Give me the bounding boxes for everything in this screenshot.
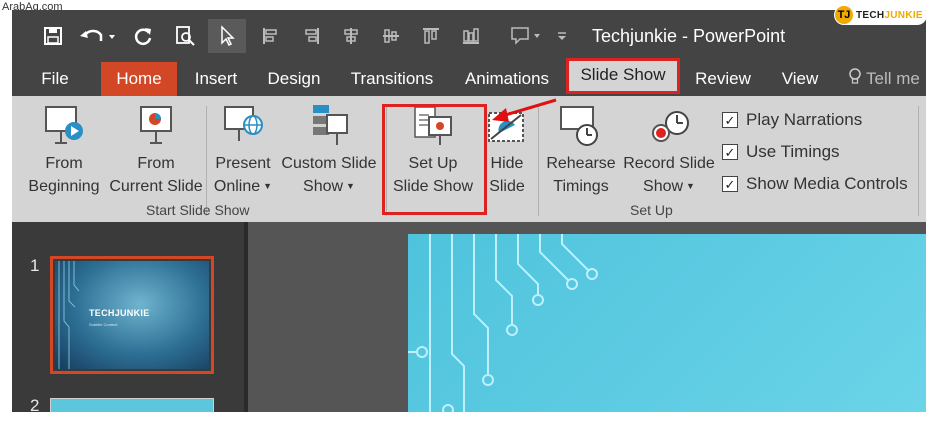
align-top-icon[interactable] — [416, 19, 446, 53]
tab-tell-me[interactable]: Tell me — [848, 62, 926, 96]
more-icon[interactable] — [552, 19, 572, 53]
thumbnail-subtitle: Subtitle Content — [89, 322, 118, 327]
save-icon[interactable] — [38, 19, 68, 53]
techjunkie-logo-icon: TJ — [835, 6, 853, 24]
slide-editor-area — [248, 222, 926, 412]
play-narrations-label: Play Narrations — [746, 110, 863, 129]
record-slide-show-icon — [647, 102, 691, 152]
print-preview-icon[interactable] — [170, 19, 200, 53]
ribbon-slide-show: From Beginning From Current Slide Presen… — [12, 96, 926, 222]
record-slide-show-button[interactable]: Record Slide Show ▼ — [620, 102, 718, 198]
brand-suffix: JUNKIE — [884, 9, 923, 21]
slide-thumbnail-1[interactable]: TECHJUNKIE Subtitle Content — [50, 256, 214, 374]
annotation-arrow-icon — [492, 98, 557, 122]
slide-number: 1 — [30, 256, 40, 275]
play-narrations-checkbox[interactable]: ✓ Play Narrations — [722, 110, 862, 130]
checkmark-icon: ✓ — [722, 176, 738, 192]
chevron-down-icon: ▼ — [346, 181, 355, 192]
tab-slide-show[interactable]: Slide Show — [566, 58, 680, 94]
hide-slide-label-1: Hide — [490, 155, 524, 172]
rehearse-timings-label-1: Rehearse — [546, 155, 616, 172]
tab-insert[interactable]: Insert — [183, 62, 249, 96]
from-beginning-button[interactable]: From Beginning — [18, 102, 110, 198]
ribbon-separator — [206, 106, 207, 216]
custom-slide-show-icon — [307, 102, 351, 152]
align-center-icon[interactable] — [336, 19, 366, 53]
record-slide-show-label-2: Show — [643, 178, 684, 195]
group-label-start-slide-show: Start Slide Show — [146, 202, 250, 218]
from-current-slide-label-1: From — [137, 155, 175, 172]
align-middle-icon[interactable] — [376, 19, 406, 53]
chevron-down-icon: ▼ — [686, 181, 695, 192]
pointer-icon[interactable] — [208, 19, 246, 53]
distribute-icon[interactable] — [456, 19, 486, 53]
tab-view[interactable]: View — [772, 62, 828, 96]
use-timings-checkbox[interactable]: ✓ Use Timings — [722, 142, 840, 162]
from-beginning-icon — [42, 102, 86, 152]
checkmark-icon: ✓ — [722, 112, 738, 128]
comment-icon[interactable] — [506, 19, 546, 53]
present-online-button[interactable]: Present Online ▼ — [210, 102, 276, 198]
rehearse-timings-icon — [559, 102, 603, 152]
tab-home[interactable]: Home — [101, 62, 177, 96]
thumbnail-title: TECHJUNKIE — [89, 308, 150, 318]
show-media-controls-label: Show Media Controls — [746, 174, 908, 193]
checkmark-icon: ✓ — [722, 144, 738, 160]
slide-thumbnail-pane: 1 TECHJUNKIE Subtitle Content 2 — [12, 222, 244, 412]
lightbulb-icon — [848, 63, 862, 96]
group-label-set-up: Set Up — [630, 202, 673, 218]
from-current-slide-label-2: Current Slide — [109, 178, 203, 195]
custom-slide-show-label-1: Custom Slide — [281, 155, 377, 172]
circuit-pattern-icon — [408, 234, 598, 412]
slide-canvas[interactable] — [408, 234, 926, 412]
record-slide-show-label-1: Record Slide — [623, 155, 715, 172]
rehearse-timings-label-2: Timings — [553, 178, 609, 195]
tab-file[interactable]: File — [30, 62, 80, 96]
tab-design[interactable]: Design — [256, 62, 332, 96]
setup-highlight-box — [382, 104, 487, 215]
present-online-icon — [221, 102, 265, 152]
redo-icon[interactable] — [128, 19, 158, 53]
from-beginning-label-1: From — [45, 155, 83, 172]
from-current-slide-button[interactable]: From Current Slide — [109, 102, 203, 198]
tab-transitions[interactable]: Transitions — [344, 62, 440, 96]
tab-review[interactable]: Review — [688, 62, 758, 96]
slide-thumbnail-2[interactable] — [50, 398, 214, 412]
custom-slide-show-button[interactable]: Custom Slide Show ▼ — [278, 102, 380, 198]
chevron-down-icon: ▼ — [263, 181, 273, 192]
title-bar: Techjunkie - PowerPoint — [12, 10, 926, 62]
present-online-label-1: Present — [215, 155, 271, 172]
circuit-pattern-icon — [58, 261, 80, 369]
present-online-label-2: Online — [213, 178, 261, 195]
ribbon-separator — [918, 106, 919, 216]
ribbon-tabs: File Home Insert Design Transitions Anim… — [12, 58, 926, 96]
tell-me-label: Tell me — [866, 69, 920, 88]
align-right-icon[interactable] — [296, 19, 326, 53]
custom-slide-show-label-2: Show — [303, 178, 344, 195]
slide-number: 2 — [30, 396, 40, 412]
undo-icon[interactable] — [74, 19, 120, 53]
tab-animations[interactable]: Animations — [456, 62, 558, 96]
align-left-icon[interactable] — [256, 19, 286, 53]
window-title: Techjunkie - PowerPoint — [592, 26, 786, 46]
use-timings-label: Use Timings — [746, 142, 840, 161]
techjunkie-watermark: TJ TECHJUNKIE — [834, 5, 927, 25]
hide-slide-label-2: Slide — [489, 178, 525, 195]
from-beginning-label-2: Beginning — [28, 178, 100, 195]
from-current-slide-icon — [134, 102, 178, 152]
brand-prefix: TECH — [856, 9, 885, 21]
powerpoint-window: Techjunkie - PowerPoint File Home Insert… — [12, 10, 926, 412]
show-media-controls-checkbox[interactable]: ✓ Show Media Controls — [722, 174, 908, 194]
